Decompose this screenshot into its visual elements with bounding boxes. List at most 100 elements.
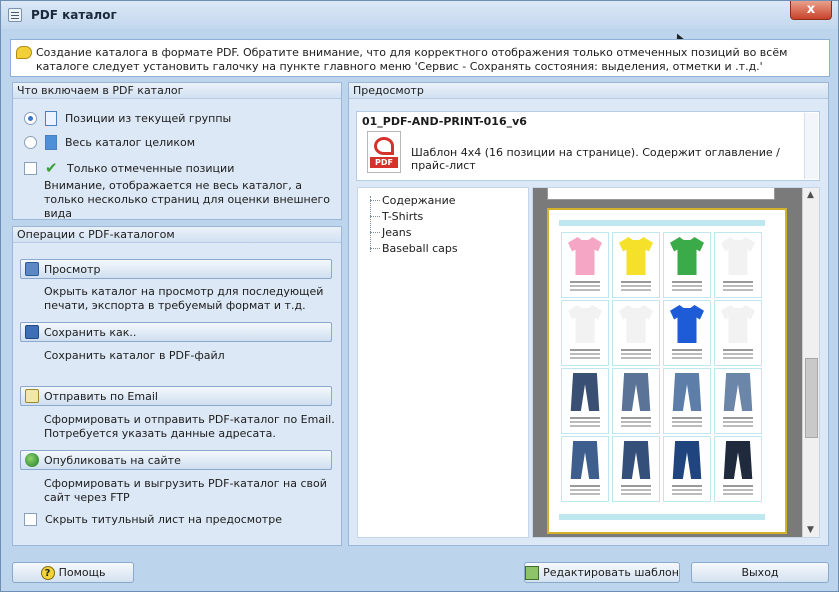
tree-item-contents[interactable]: Содержание — [382, 194, 456, 207]
template-name: 01_PDF-AND-PRINT-016_v6 — [362, 115, 527, 128]
save-as-button[interactable]: Сохранить как.. — [20, 322, 332, 342]
product-thumbnail — [612, 368, 660, 434]
exit-button[interactable]: Выход — [691, 562, 829, 583]
product-thumbnail — [714, 368, 762, 434]
edit-template-button[interactable]: Редактировать шаблон — [524, 562, 680, 583]
product-thumbnail — [612, 232, 660, 298]
tshirt-image — [670, 237, 704, 275]
save-desc: Сохранить каталог в PDF-файл — [44, 349, 225, 362]
product-caption — [672, 417, 702, 419]
product-thumbnail — [714, 232, 762, 298]
scroll-thumb[interactable] — [805, 358, 818, 438]
preview-page — [547, 208, 787, 534]
product-caption — [723, 349, 753, 351]
catalog-icon — [45, 135, 57, 150]
product-caption — [621, 485, 651, 487]
jeans-image — [672, 441, 702, 479]
envelope-icon — [25, 389, 39, 403]
product-thumbnail — [663, 368, 711, 434]
product-caption — [672, 349, 702, 351]
preview-button[interactable]: Просмотр — [20, 259, 332, 279]
title-bar: PDF каталог x — [1, 1, 838, 29]
jeans-image — [672, 373, 702, 411]
product-caption — [672, 485, 702, 487]
product-caption — [621, 417, 651, 419]
hide-title-option[interactable]: Скрыть титульный лист на предосмотре — [24, 513, 282, 526]
option-whole-catalog[interactable]: Весь каталог целиком — [24, 135, 195, 150]
contents-tree: Содержание T-Shirts Jeans Baseball caps — [357, 187, 529, 538]
page-footer-band — [559, 514, 765, 520]
view-icon — [25, 262, 39, 276]
template-scrollbar[interactable] — [804, 113, 818, 179]
edit-template-button-label: Редактировать шаблон — [543, 566, 679, 579]
tshirt-image — [619, 305, 653, 343]
product-thumbnail — [663, 232, 711, 298]
include-panel-header: Что включаем в PDF каталог — [13, 83, 341, 99]
include-note: Внимание, отображается не весь каталог, … — [44, 179, 330, 220]
product-thumbnail — [612, 300, 660, 366]
operations-panel: Операции с PDF-каталогом Просмотр Окрыть… — [12, 226, 342, 546]
product-caption — [570, 485, 600, 487]
scroll-down-icon[interactable]: ▼ — [807, 525, 814, 535]
pdf-file-icon: PDF — [367, 131, 401, 173]
help-button[interactable]: ? Помощь — [12, 562, 134, 583]
edit-template-icon — [525, 565, 540, 580]
speech-bubble-icon — [16, 46, 32, 59]
save-as-button-label: Сохранить как.. — [44, 325, 137, 339]
info-text: Создание каталога в формате PDF. Обратит… — [36, 46, 788, 73]
option-marked-only[interactable]: ✔ Только отмеченные позиции — [24, 159, 234, 177]
option-current-group-label: Позиции из текущей группы — [65, 112, 232, 125]
publish-button-label: Опубликовать на сайте — [44, 453, 181, 467]
template-selector[interactable]: 01_PDF-AND-PRINT-016_v6 PDF Шаблон 4x4 (… — [356, 111, 820, 181]
radio-current-group[interactable] — [24, 112, 37, 125]
jeans-image — [723, 441, 753, 479]
product-thumbnail — [561, 232, 609, 298]
jeans-image — [621, 373, 651, 411]
tshirt-image — [619, 237, 653, 275]
scroll-up-icon[interactable]: ▲ — [807, 190, 814, 200]
page-header-band — [559, 220, 765, 226]
product-caption — [570, 281, 600, 283]
product-grid — [561, 232, 765, 504]
product-caption — [570, 417, 600, 419]
tshirt-image — [721, 237, 755, 275]
system-menu-icon[interactable] — [8, 8, 22, 22]
option-current-group[interactable]: Позиции из текущей группы — [24, 111, 231, 126]
floppy-disk-icon — [25, 325, 39, 339]
jeans-image — [621, 441, 651, 479]
pdf-catalog-window: PDF каталог x Создание каталога в формат… — [0, 0, 839, 592]
page-preview-viewer: ▲ ▼ — [532, 187, 820, 538]
send-email-button-label: Отправить по Email — [44, 389, 158, 403]
radio-whole-catalog[interactable] — [24, 136, 37, 149]
tree-item-tshirts[interactable]: T-Shirts — [382, 210, 423, 223]
product-thumbnail — [663, 436, 711, 502]
publish-button[interactable]: Опубликовать на сайте — [20, 450, 332, 470]
product-caption — [723, 281, 753, 283]
window-title: PDF каталог — [31, 8, 117, 22]
preview-panel-header: Предосмотр — [349, 83, 828, 99]
previous-page-edge — [547, 188, 775, 200]
preview-scrollbar[interactable]: ▲ ▼ — [802, 188, 819, 537]
product-caption — [723, 417, 753, 419]
product-thumbnail — [612, 436, 660, 502]
checkbox-marked-only[interactable] — [24, 161, 37, 175]
send-email-button[interactable]: Отправить по Email — [20, 386, 332, 406]
product-thumbnail — [561, 368, 609, 434]
close-button[interactable]: x — [790, 1, 832, 20]
product-caption — [621, 281, 651, 283]
tshirt-image — [568, 305, 602, 343]
operations-panel-header: Операции с PDF-каталогом — [13, 227, 341, 243]
checkbox-hide-title[interactable] — [24, 513, 37, 526]
product-thumbnail — [714, 300, 762, 366]
product-thumbnail — [714, 436, 762, 502]
preview-button-label: Просмотр — [44, 262, 101, 276]
jeans-image — [570, 441, 600, 479]
jeans-image — [723, 373, 753, 411]
tree-item-baseball-caps[interactable]: Baseball caps — [382, 242, 458, 255]
hide-title-label: Скрыть титульный лист на предосмотре — [45, 513, 282, 526]
publish-desc: Сформировать и выгрузить PDF-каталог на … — [44, 477, 327, 504]
product-thumbnail — [663, 300, 711, 366]
help-icon: ? — [40, 565, 55, 580]
globe-icon — [25, 453, 39, 467]
tree-item-jeans[interactable]: Jeans — [382, 226, 411, 239]
